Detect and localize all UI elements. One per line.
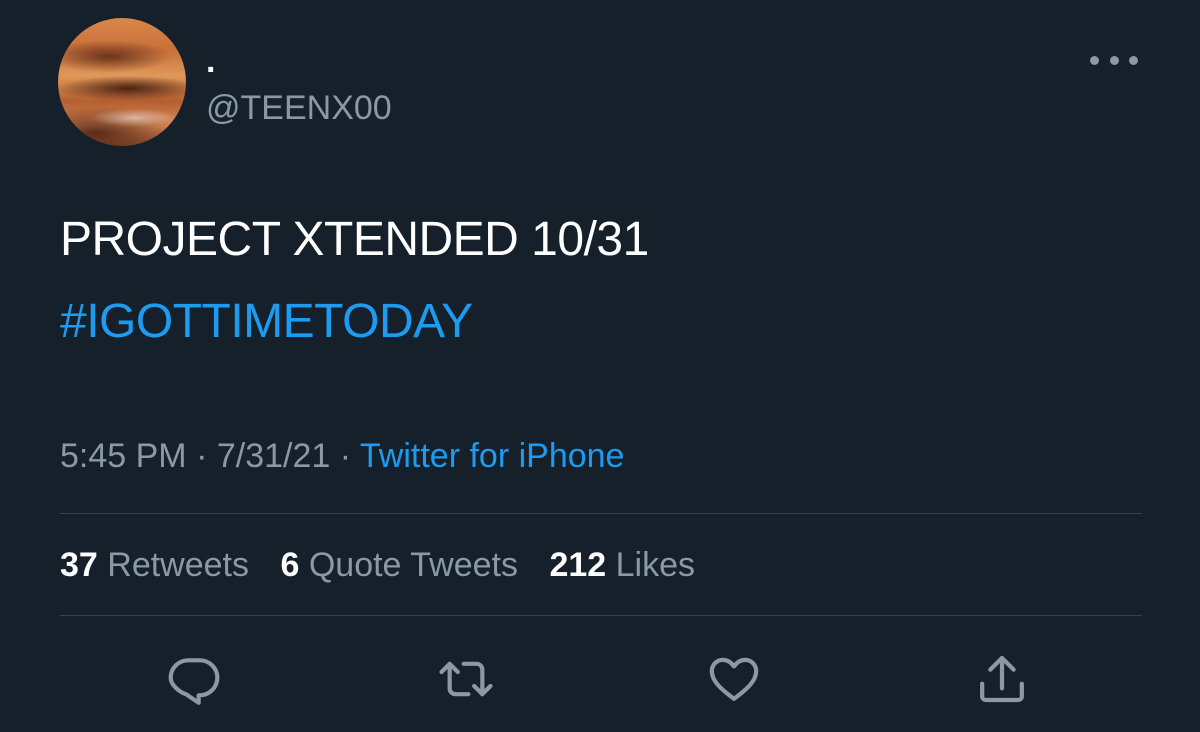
share-button[interactable] (973, 650, 1031, 708)
retweet-icon (439, 661, 493, 697)
tweet-meta: 5:45 PM · 7/31/21 · Twitter for iPhone (60, 436, 624, 476)
more-options-icon[interactable] (1090, 50, 1138, 70)
quote-tweets-label: Quote Tweets (299, 546, 518, 584)
heart-icon (709, 657, 759, 701)
more-dot (1109, 55, 1119, 65)
retweets-stat[interactable]: 37 Retweets (60, 546, 249, 584)
retweets-count: 37 (60, 546, 98, 584)
meta-separator: · (186, 437, 217, 475)
divider (60, 615, 1142, 616)
reply-icon (168, 658, 220, 705)
tweet-time: 5:45 PM (60, 437, 187, 475)
tweet-date[interactable]: 7/31/21 (217, 437, 330, 475)
retweet-button[interactable] (437, 650, 495, 708)
divider (60, 513, 1142, 514)
more-dot (1090, 55, 1099, 65)
quote-tweets-count: 6 (280, 546, 300, 584)
avatar[interactable] (58, 18, 186, 146)
retweets-label: Retweets (97, 546, 250, 584)
display-name[interactable]: . (206, 44, 215, 78)
engagement-stats: 37 Retweets 6 Quote Tweets 212 Likes (60, 545, 717, 585)
like-button[interactable] (705, 650, 763, 708)
likes-count: 212 (549, 546, 607, 584)
more-dot (1129, 55, 1138, 65)
likes-label: Likes (606, 546, 696, 584)
share-icon (980, 655, 1024, 703)
tweet-source-link[interactable]: Twitter for iPhone (360, 437, 625, 475)
reply-button[interactable] (165, 650, 223, 708)
quote-tweets-stat[interactable]: 6 Quote Tweets (280, 546, 518, 584)
meta-separator: · (330, 437, 360, 475)
hashtag-link[interactable]: #IGOTTIMETODAY (60, 294, 473, 350)
likes-stat[interactable]: 212 Likes (549, 546, 695, 584)
user-handle[interactable]: @TEENX00 (206, 88, 392, 128)
tweet-text: PROJECT XTENDED 10/31 (60, 213, 649, 266)
